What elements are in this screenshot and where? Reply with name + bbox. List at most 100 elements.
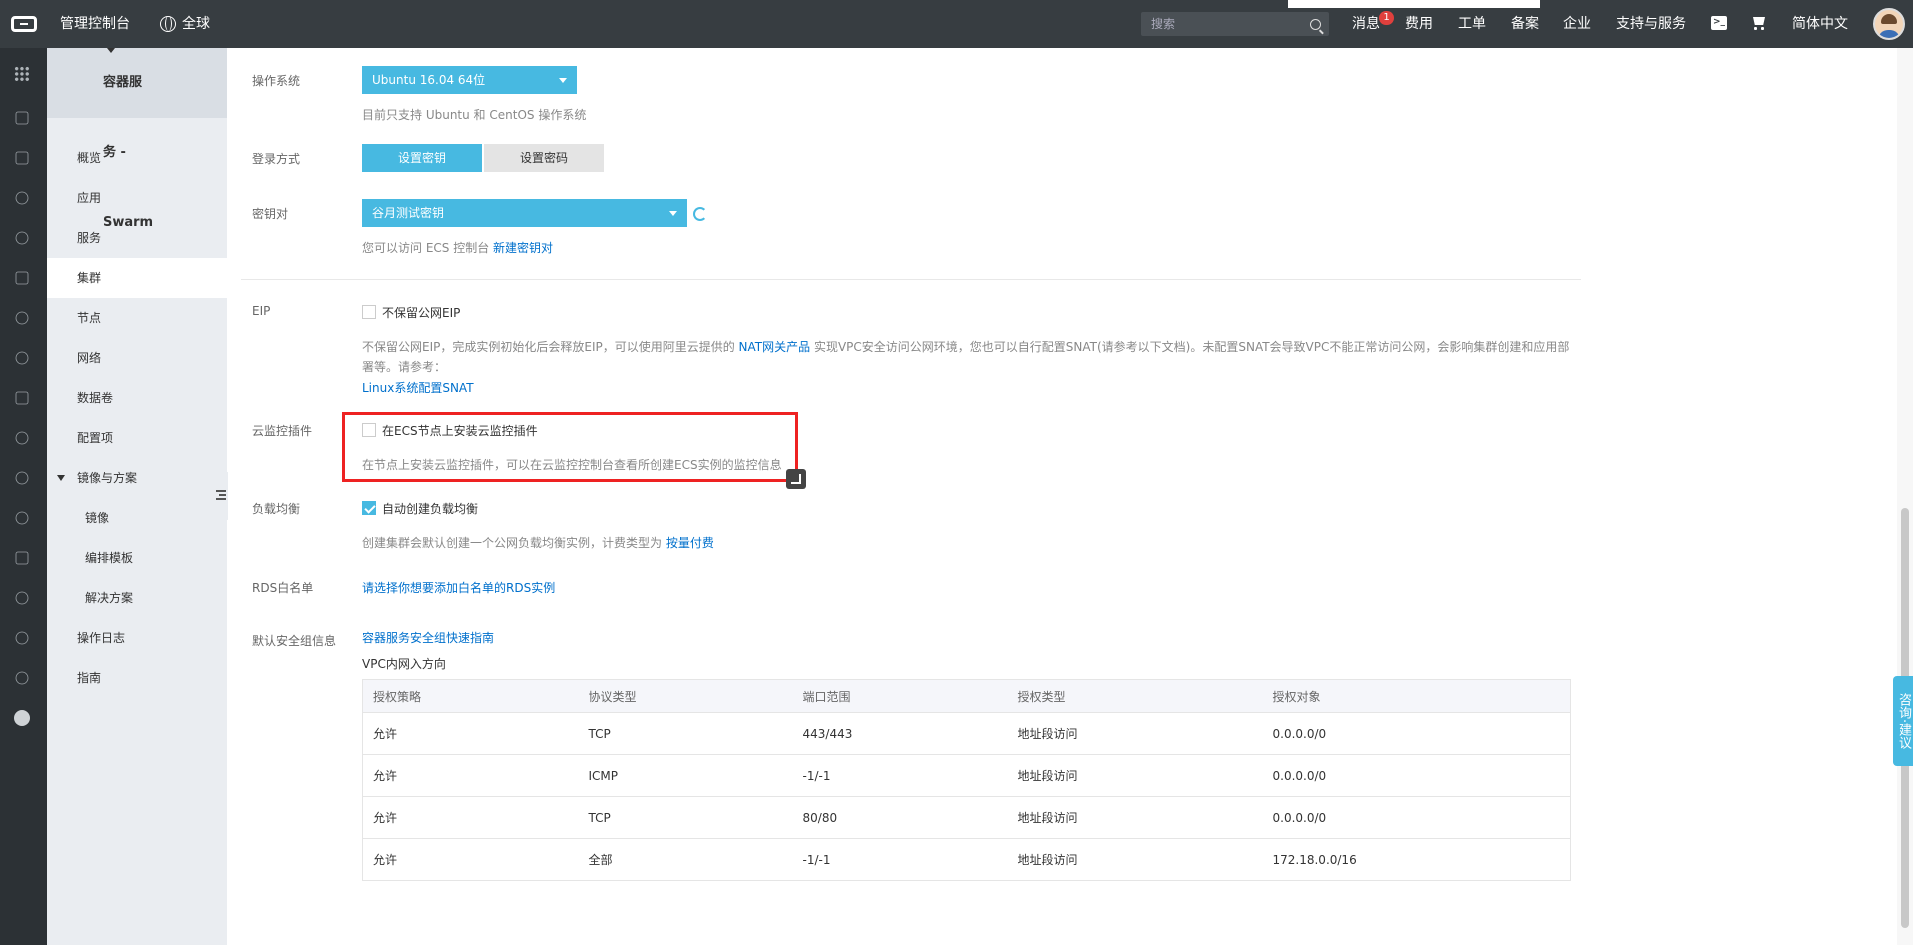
console-link[interactable]: 管理控制台 bbox=[60, 0, 130, 48]
search-box[interactable]: 搜索 bbox=[1141, 12, 1329, 36]
security-group-label: 默认安全组信息 bbox=[252, 634, 337, 648]
terminal-icon[interactable] bbox=[1711, 15, 1727, 30]
sidebar-item-applications[interactable]: 应用 bbox=[47, 178, 227, 218]
table-header-row: 授权策略 协议类型 端口范围 授权类型 授权对象 bbox=[362, 679, 1571, 713]
security-group-guide-link[interactable]: 容器服务安全组快速指南 bbox=[362, 629, 494, 646]
keypair-help: 您可以访问 ECS 控制台 新建密钥对 bbox=[362, 239, 553, 256]
table-row: 允许 ICMP -1/-1 地址段访问 0.0.0.0/0 bbox=[362, 754, 1571, 797]
nav-fees[interactable]: 费用 bbox=[1405, 0, 1433, 48]
sidebar-item-services[interactable]: 服务 bbox=[47, 218, 227, 258]
column-header: 端口范围 bbox=[792, 679, 1008, 713]
load-balancer-help: 创建集群会默认创建一个公网负载均衡实例，计费类型为 按量付费 bbox=[362, 534, 714, 551]
auto-create-slb-checkbox[interactable] bbox=[362, 501, 376, 515]
sidebar-item-configs[interactable]: 配置项 bbox=[47, 418, 227, 458]
nat-gateway-link[interactable]: NAT网关产品 bbox=[739, 340, 811, 354]
nav-enterprise[interactable]: 企业 bbox=[1563, 0, 1591, 48]
nav-language[interactable]: 简体中文 bbox=[1792, 0, 1848, 48]
messages-badge: 1 bbox=[1379, 11, 1394, 25]
os-select[interactable]: Ubuntu 16.04 64位 bbox=[362, 66, 577, 94]
linux-snat-doc-link[interactable]: Linux系统配置SNAT bbox=[362, 379, 474, 396]
search-product-icon[interactable] bbox=[15, 311, 29, 325]
products-grid-icon[interactable] bbox=[14, 66, 30, 82]
table-row: 允许 全部 -1/-1 地址段访问 172.18.0.0/16 bbox=[362, 838, 1571, 881]
table-cell: TCP bbox=[578, 796, 793, 839]
keypair-help-text: 您可以访问 ECS 控制台 bbox=[362, 241, 490, 255]
globe-icon bbox=[160, 16, 176, 32]
keypair-select[interactable]: 谷月测试密钥 bbox=[362, 199, 687, 227]
sidebar-header[interactable]: 容器服务 - Swarm bbox=[47, 48, 227, 230]
region-selector[interactable]: 全球 bbox=[160, 0, 210, 48]
gear-icon[interactable] bbox=[15, 351, 29, 365]
search-button[interactable] bbox=[1301, 12, 1329, 36]
globe-product-icon[interactable] bbox=[15, 631, 29, 645]
annotation-resize-handle[interactable] bbox=[786, 469, 806, 489]
rds-whitelist-label: RDS白名单 bbox=[252, 581, 314, 595]
aliyun-logo-icon[interactable] bbox=[0, 0, 48, 48]
search-input[interactable]: 搜索 bbox=[1151, 12, 1175, 36]
pay-as-you-go-link[interactable]: 按量付费 bbox=[666, 536, 714, 550]
product-icon-5[interactable] bbox=[15, 271, 29, 285]
eye-icon[interactable] bbox=[15, 231, 29, 245]
database-icon[interactable] bbox=[15, 391, 29, 405]
set-key-button[interactable]: 设置密钥 bbox=[362, 144, 482, 172]
column-header: 协议类型 bbox=[578, 679, 793, 713]
table-cell: 允许 bbox=[362, 754, 579, 797]
table-cell: 地址段访问 bbox=[1007, 796, 1263, 839]
sidebar-item-solutions[interactable]: 解决方案 bbox=[47, 578, 227, 618]
rds-whitelist-link[interactable]: 请选择你想要添加白名单的RDS实例 bbox=[362, 579, 555, 596]
chevron-down-icon bbox=[559, 78, 567, 83]
column-header: 授权策略 bbox=[362, 679, 579, 713]
eip-help: 不保留公网EIP，完成实例初始化后会释放EIP，可以使用阿里云提供的 NAT网关… bbox=[362, 337, 1572, 377]
network-icon[interactable] bbox=[15, 431, 29, 445]
nav-filing[interactable]: 备案 bbox=[1511, 0, 1539, 48]
sidebar-item-networks[interactable]: 网络 bbox=[47, 338, 227, 378]
sidebar-item-guide[interactable]: 指南 bbox=[47, 658, 227, 698]
table-cell: ICMP bbox=[578, 754, 793, 797]
sidebar-item-nodes[interactable]: 节点 bbox=[47, 298, 227, 338]
top-navigation-bar: 管理控制台 全球 搜索 消息 1 费用 工单 备案 企业 支持与服务 简体中文 bbox=[0, 0, 1913, 48]
table-cell: 172.18.0.0/16 bbox=[1262, 838, 1571, 881]
login-method-label: 登录方式 bbox=[252, 152, 301, 166]
page-scrollbar[interactable] bbox=[1897, 48, 1913, 945]
refresh-icon[interactable] bbox=[693, 207, 707, 221]
sidebar-item-images[interactable]: 镜像 bbox=[47, 498, 227, 538]
cloud-upload-icon[interactable] bbox=[15, 471, 29, 485]
dot-icon[interactable] bbox=[14, 710, 30, 726]
product-icon-2[interactable] bbox=[15, 151, 29, 165]
keypair-select-value: 谷月测试密钥 bbox=[372, 206, 445, 220]
sidebar-item-volumes[interactable]: 数据卷 bbox=[47, 378, 227, 418]
nav-support[interactable]: 支持与服务 bbox=[1616, 0, 1686, 48]
bug-icon[interactable] bbox=[15, 671, 29, 685]
create-keypair-link[interactable]: 新建密钥对 bbox=[493, 241, 553, 255]
cart-icon[interactable] bbox=[1751, 15, 1767, 31]
avatar[interactable] bbox=[1873, 8, 1905, 40]
table-cell: 允许 bbox=[362, 712, 579, 755]
topology-icon[interactable] bbox=[15, 591, 29, 605]
table-cell: 0.0.0.0/0 bbox=[1262, 796, 1571, 839]
sidebar-group-label: 镜像与方案 bbox=[77, 471, 138, 485]
table-cell: 80/80 bbox=[792, 796, 1008, 839]
eip-checkbox-label: 不保留公网EIP bbox=[382, 306, 461, 320]
cross-icon[interactable] bbox=[15, 551, 29, 565]
set-password-button[interactable]: 设置密码 bbox=[484, 144, 604, 172]
cloud-download-icon[interactable] bbox=[15, 511, 29, 525]
product-icon-1[interactable] bbox=[15, 111, 29, 125]
table-cell: 0.0.0.0/0 bbox=[1262, 754, 1571, 797]
nav-tickets[interactable]: 工单 bbox=[1458, 0, 1486, 48]
sidebar-group-images-solutions[interactable]: 镜像与方案 bbox=[47, 458, 227, 498]
table-row: 允许 TCP 443/443 地址段访问 0.0.0.0/0 bbox=[362, 712, 1571, 755]
nav-messages[interactable]: 消息 bbox=[1352, 0, 1380, 48]
feedback-tab[interactable]: 咨询·建议 bbox=[1893, 676, 1913, 766]
eip-checkbox[interactable] bbox=[362, 305, 376, 319]
sidebar-item-overview[interactable]: 概览 bbox=[47, 138, 227, 178]
cloud-icon[interactable] bbox=[15, 191, 29, 205]
sidebar: 容器服务 - Swarm 概览 应用 服务 集群 节点 网络 数据卷 配置项 镜… bbox=[47, 48, 227, 945]
monitor-plugin-label: 云监控插件 bbox=[252, 424, 313, 438]
sidebar-item-clusters[interactable]: 集群 bbox=[47, 258, 227, 298]
sidebar-item-operation-logs[interactable]: 操作日志 bbox=[47, 618, 227, 658]
keypair-label: 密钥对 bbox=[252, 207, 289, 221]
sidebar-item-templates[interactable]: 编排模板 bbox=[47, 538, 227, 578]
os-help: 目前只支持 Ubuntu 和 CentOS 操作系统 bbox=[362, 108, 587, 122]
chevron-down-icon bbox=[107, 48, 115, 53]
sidebar-collapse-handle[interactable] bbox=[212, 472, 228, 520]
